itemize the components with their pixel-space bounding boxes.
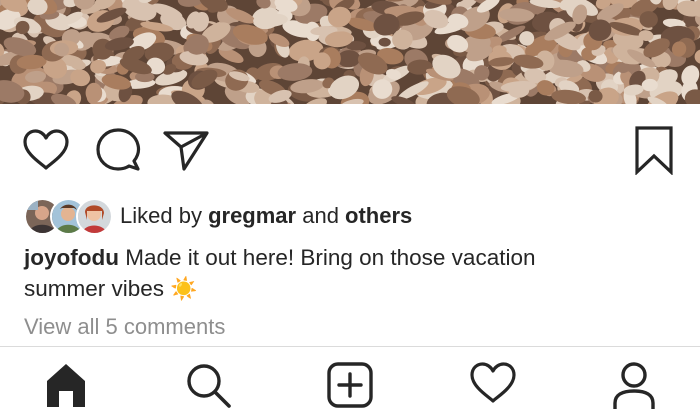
likes-text: Liked by gregmar and others xyxy=(120,203,412,229)
pebble-beach-image xyxy=(0,0,700,104)
caption-username-link[interactable]: joyofodu xyxy=(24,245,119,270)
post-photo[interactable] xyxy=(0,0,700,104)
bottom-nav-bar xyxy=(0,346,700,420)
bookmark-icon xyxy=(635,126,673,175)
instagram-post-screen: Liked by gregmar and others joyofodu Mad… xyxy=(0,0,700,420)
nav-activity[interactable] xyxy=(463,361,523,420)
activity-heart-icon xyxy=(470,362,516,403)
likes-and: and xyxy=(296,203,346,228)
sun-emoji: ☀️ xyxy=(170,276,198,301)
home-icon xyxy=(47,364,85,407)
like-button[interactable] xyxy=(20,124,72,176)
save-button[interactable] xyxy=(628,124,680,176)
likes-others-link[interactable]: others xyxy=(345,203,412,228)
likes-row: Liked by gregmar and others xyxy=(24,197,412,235)
likes-prefix: Liked by xyxy=(120,203,209,228)
comment-bubble-icon xyxy=(96,128,141,171)
profile-icon xyxy=(613,362,655,409)
comment-button[interactable] xyxy=(92,124,144,176)
search-icon xyxy=(187,364,231,408)
share-button[interactable] xyxy=(160,124,212,176)
caption-text-line1: Made it out here! Bring on those vacatio… xyxy=(118,245,536,270)
post-caption: joyofodu Made it out here! Bring on thos… xyxy=(24,242,664,304)
nav-new-post[interactable] xyxy=(320,361,380,420)
avatar xyxy=(76,198,113,235)
view-all-comments-link[interactable]: View all 5 comments xyxy=(24,314,225,340)
heart-icon xyxy=(23,129,69,170)
nav-home[interactable] xyxy=(36,361,96,420)
nav-search[interactable] xyxy=(178,361,238,420)
liker-avatars[interactable] xyxy=(24,197,113,235)
liker-username-link[interactable]: gregmar xyxy=(208,203,296,228)
paper-plane-icon xyxy=(163,131,209,171)
caption-text-line2: summer vibes xyxy=(24,276,165,301)
new-post-icon xyxy=(327,362,373,408)
nav-profile[interactable] xyxy=(604,361,664,420)
